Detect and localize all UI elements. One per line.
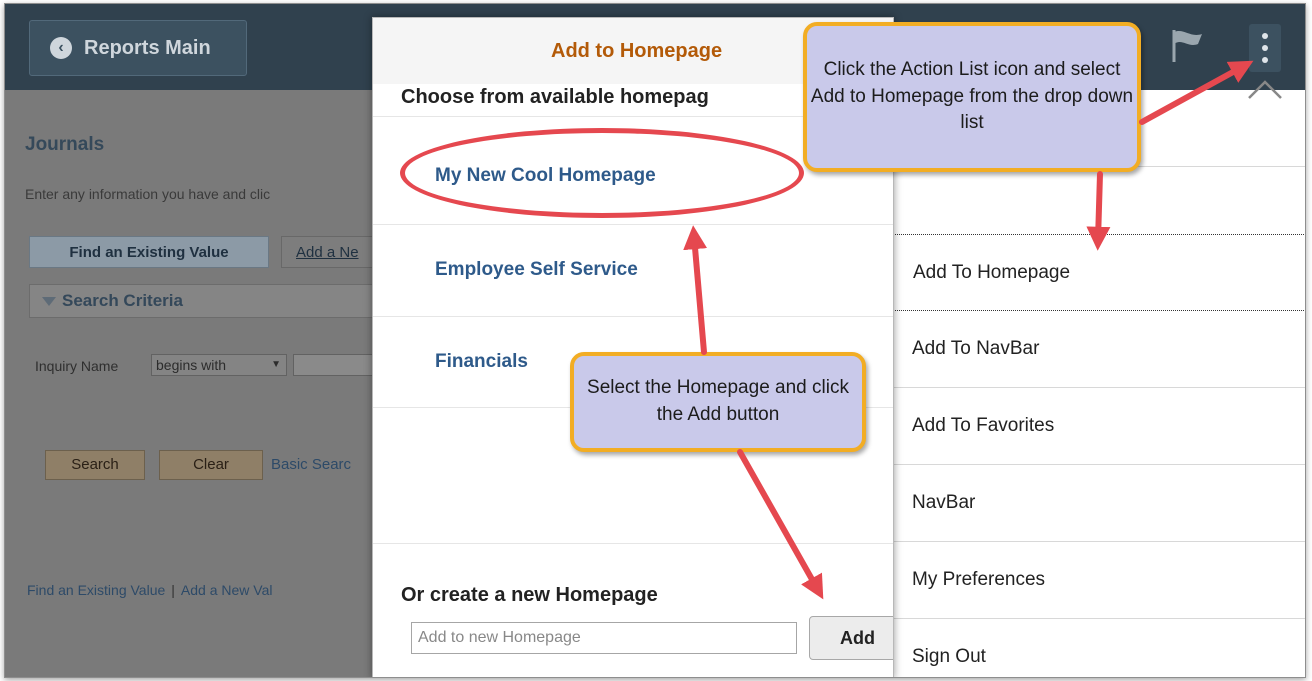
callout-action-list: Click the Action List icon and select Ad…: [803, 22, 1141, 172]
homepage-option-employee-self-service[interactable]: Employee Self Service: [435, 259, 638, 281]
flag-icon[interactable]: [1168, 26, 1208, 66]
choose-homepage-heading: Choose from available homepag: [401, 86, 709, 108]
menu-item-my-preferences[interactable]: My Preferences: [882, 542, 1305, 619]
highlight-ellipse: [400, 128, 804, 218]
homepage-row[interactable]: Employee Self Service: [373, 224, 893, 316]
find-existing-value-link[interactable]: Find an Existing Value: [27, 582, 165, 598]
menu-item-add-to-favorites[interactable]: Add To Favorites: [882, 388, 1305, 465]
new-homepage-input[interactable]: [411, 622, 797, 654]
triangle-down-icon: [42, 297, 56, 307]
back-button-label: Reports Main: [84, 36, 211, 59]
callout-select-homepage: Select the Homepage and click the Add bu…: [570, 352, 866, 452]
search-criteria-label: Search Criteria: [62, 291, 183, 310]
dialog-divider: [373, 543, 893, 544]
search-button[interactable]: Search: [45, 450, 145, 480]
action-list-menu: Search Add To Homepage Add To NavBar Add…: [881, 90, 1305, 677]
inquiry-name-label: Inquiry Name: [35, 358, 119, 374]
page-title: Journals: [25, 134, 105, 155]
inquiry-name-input[interactable]: [293, 354, 383, 376]
instructions-text: Enter any information you have and clic: [25, 186, 271, 202]
page-content-dimmed: Journals Enter any information you have …: [5, 90, 401, 677]
close-icon[interactable]: [1245, 62, 1285, 102]
add-new-value-link[interactable]: Add a New Val: [181, 582, 273, 598]
homepage-option-financials[interactable]: Financials: [435, 351, 528, 373]
dropdown-arrow-icon: ▼: [271, 359, 281, 370]
link-separator: |: [171, 582, 175, 598]
basic-search-link[interactable]: Basic Searc: [271, 456, 351, 473]
chevron-left-icon: ‹: [50, 37, 72, 59]
menu-item-add-to-navbar[interactable]: Add To NavBar: [882, 311, 1305, 388]
search-criteria-section[interactable]: Search Criteria: [29, 284, 399, 318]
inquiry-operator-value: begins with: [156, 357, 227, 373]
create-homepage-heading: Or create a new Homepage: [401, 584, 658, 606]
inquiry-operator-select[interactable]: begins with ▼: [151, 354, 287, 376]
tab-find-existing-value[interactable]: Find an Existing Value: [29, 236, 269, 268]
add-button[interactable]: Add: [809, 616, 893, 660]
back-button[interactable]: ‹ Reports Main: [29, 20, 247, 76]
menu-item-navbar[interactable]: NavBar: [882, 465, 1305, 542]
clear-button[interactable]: Clear: [159, 450, 263, 480]
bottom-links: Find an Existing Value | Add a New Val: [27, 582, 272, 598]
menu-item-add-to-homepage[interactable]: Add To Homepage: [882, 234, 1305, 311]
menu-item-sign-out[interactable]: Sign Out: [882, 619, 1305, 677]
